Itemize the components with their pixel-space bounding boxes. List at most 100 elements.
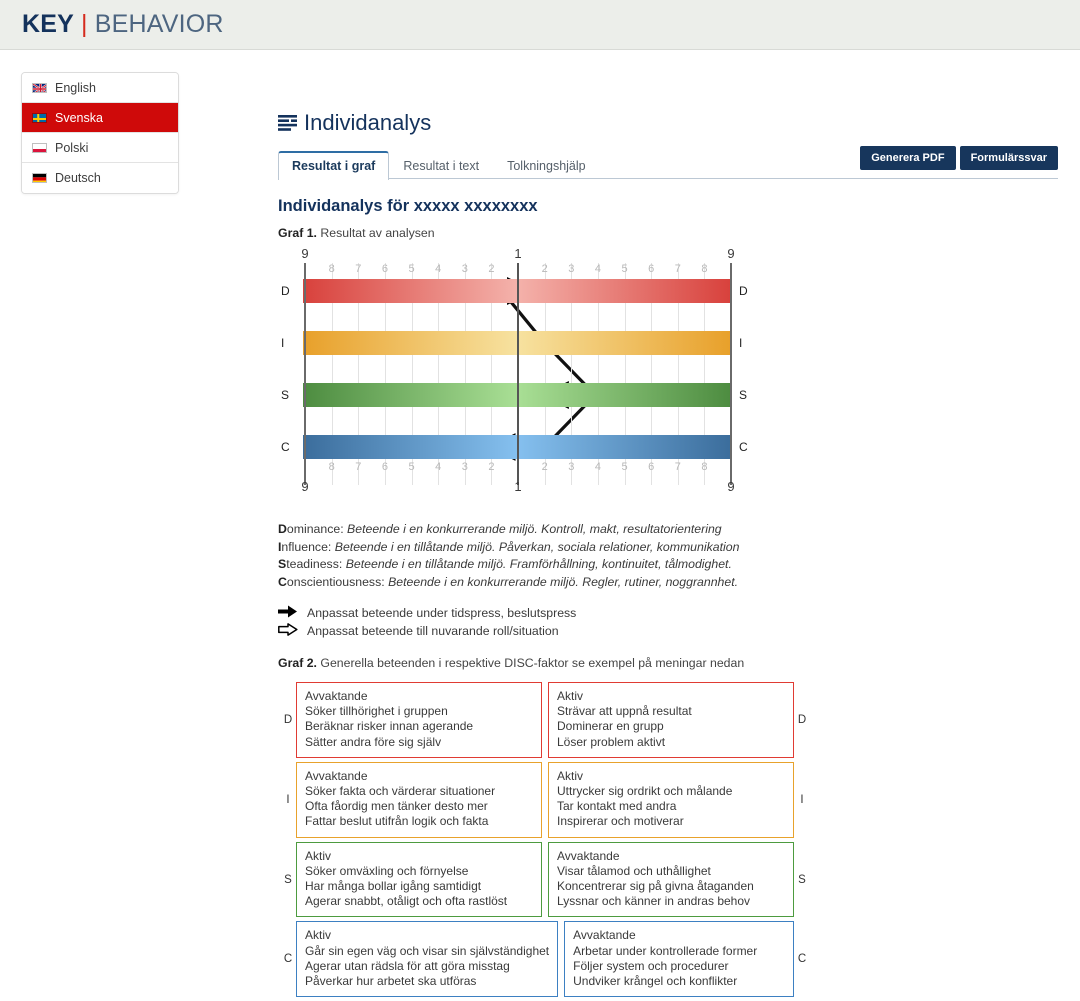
axis-tick-bot-7: 7: [674, 461, 681, 473]
axis-tick-bot-3: 3: [568, 461, 575, 473]
graf2-cell-line: Uttrycker sig ordrikt och målande: [557, 784, 733, 799]
graf2-cell-line: Undviker krångel och konflikter: [573, 974, 738, 989]
tab-resultat-i-text[interactable]: Resultat i text: [389, 152, 493, 180]
graf2-cell-line: Löser problem aktivt: [557, 734, 666, 749]
description-C: Conscientiousness: Beteende i en konkurr…: [278, 574, 1058, 592]
graf2-label-right-I: I: [800, 793, 804, 806]
graf2-cell-left-D: Avvaktande Söker tillhörighet i gruppen Be…: [296, 682, 542, 758]
de-flag-icon: [32, 173, 47, 183]
row-label-right-I: I: [739, 336, 743, 350]
graf2-cell-line: Koncentrerar sig på givna åtaganden: [557, 879, 754, 894]
tabs-row: Resultat i graf Resultat i text Tolkningsh…: [278, 146, 1058, 180]
sidebar-item-svenska[interactable]: Svenska: [22, 103, 178, 133]
graf2-cell-line: Tar kontakt med andra: [557, 799, 677, 814]
analysis-title: Individanalys för xxxxx xxxxxxxx: [278, 197, 538, 215]
axis-tick-top-7: 7: [355, 263, 362, 275]
sidebar-item-label: Deutsch: [55, 171, 101, 185]
brand-logo: KEY | BEHAVIOR: [22, 10, 224, 39]
axis-tick-top-2: 2: [488, 263, 495, 275]
sidebar-item-polski[interactable]: Polski: [22, 133, 178, 163]
axis-end-top-9: 9: [727, 246, 735, 261]
generate-pdf-button[interactable]: Generera PDF: [860, 146, 956, 170]
graf2-cell-line: Söker tillhörighet i gruppen: [305, 704, 448, 719]
graf2-cell-title: Avvaktande: [305, 768, 368, 783]
axis-tick-top-4: 4: [435, 263, 442, 275]
solid-arrow-icon: [278, 605, 298, 621]
description-text: Beteende i en tillåtande miljö. Påverkan…: [334, 539, 740, 554]
graf2-cell-line: Inspirerar och motiverar: [557, 814, 684, 829]
arrow-legend-label: Anpassat beteende till nuvarande roll/si…: [307, 624, 559, 638]
row-label-right-C: C: [739, 440, 748, 454]
graf2-caption-bold: Graf 2.: [278, 656, 317, 670]
axis-end-bot-1: 1: [514, 479, 522, 494]
sidebar-item-label: Svenska: [55, 110, 103, 125]
axis-tick-bot-8: 8: [701, 461, 708, 473]
graf2-cell-title: Avvaktande: [305, 689, 368, 703]
se-flag-icon: [32, 112, 47, 123]
graf2-row-I: I Avvaktande Söker fakta och värderar situ…: [280, 761, 810, 838]
axis-tick-bot-4: 4: [435, 461, 442, 473]
graf2-cell-line: Påverkar hur arbetet ska utföras: [305, 974, 477, 989]
graf2-caption: Graf 2. Generella beteenden i respektive…: [278, 656, 1058, 670]
axis-tick-bot-8: 8: [328, 461, 335, 473]
axis-tick-top-4: 4: [594, 263, 601, 275]
row-label-left-C: C: [281, 440, 290, 454]
description-lead: D: [278, 522, 287, 536]
axis-tick-bot-5: 5: [408, 461, 415, 473]
graf2-cell-title: Aktiv: [557, 768, 584, 783]
graf2-cell-right-C: Avvaktande Arbetar under kontrollerade fo…: [564, 921, 794, 998]
graf2-cell-title: Aktiv: [305, 928, 332, 943]
tab-tolkningshjälp[interactable]: Tolkningshjälp: [493, 152, 600, 180]
graf1-caption: Graf 1. Resultat av analysen: [278, 226, 1058, 240]
graf2-cell-right-I: Aktiv Uttrycker sig ordrikt och målande Ta…: [548, 761, 794, 838]
graf2-cell-title: Aktiv: [557, 689, 584, 703]
graf2-cell-title: Avvaktande: [573, 928, 636, 943]
graf2-caption-rest: Generella beteenden i respektive DISC-fa…: [316, 656, 745, 670]
graf2-cell-line: Ofta fåordig men tänker desto mer: [305, 799, 488, 814]
graf2-cell-line: Arbetar under kontrollerade former: [573, 943, 758, 958]
main-content: Individanalys Resultat i graf Resultat i …: [278, 110, 1058, 1001]
result-polyline: [500, 289, 598, 449]
graf2-cell-left-S: Aktiv Söker omväxling och förnyelse Har må…: [296, 841, 542, 918]
graf2-label-right-S: S: [798, 873, 806, 886]
left-axis: [304, 263, 306, 485]
graf2-cell-line: Lyssnar och känner in andras behov: [557, 894, 751, 909]
graf2-row-S: S Aktiv Söker omväxling och förnyelse Har m…: [280, 841, 810, 918]
disc-chart: 8 8 7 7 6 6 5 5 4 4 3 3 2 2 2 2 3 3 4 4 5 5 6 6 7 7 8 8 9 9 1 1 9 9 D D I I S S…: [278, 246, 758, 511]
language-sidebar: English Svenska Polski Deutsch: [21, 72, 179, 194]
axis-tick-top-3: 3: [461, 263, 468, 275]
description-term: teadiness:: [286, 557, 346, 571]
tab-resultat-i-graf[interactable]: Resultat i graf: [278, 151, 390, 180]
arrow-legend-item: Anpassat beteende till nuvarande roll/si…: [278, 622, 1058, 640]
brand-divider: |: [81, 10, 88, 38]
form-answers-button[interactable]: Formulärssvar: [959, 146, 1058, 170]
disc-descriptions: Dominance: Beteende i en konkurrerande m…: [278, 521, 1058, 591]
right-axis: [730, 263, 732, 485]
graf2-row-D: D Avvaktande Söker tillhörighet i gruppen B…: [280, 682, 810, 758]
axis-tick-top-3: 3: [568, 263, 575, 275]
center-axis: [517, 263, 519, 485]
axis-tick-bot-7: 7: [355, 461, 362, 473]
description-text: Beteende i en konkurrerande miljö. Regle…: [388, 574, 739, 589]
axis-tick-top-5: 5: [621, 263, 628, 275]
description-term: nfluence:: [281, 539, 335, 554]
brand-behavior: BEHAVIOR: [94, 10, 224, 38]
axis-tick-bot-2: 2: [488, 461, 495, 473]
page-title: Individanalys: [278, 110, 1058, 136]
sidebar-item-deutsch[interactable]: Deutsch: [22, 163, 178, 193]
row-label-left-I: I: [281, 336, 285, 350]
arrow-legend: Anpassat beteende under tidspress, beslu…: [278, 604, 1058, 640]
graf2-cell-line: Beräknar risker innan agerande: [305, 719, 474, 734]
row-label-right-S: S: [739, 388, 748, 402]
gb-flag-icon: [32, 82, 47, 93]
graf1-caption-bold: Graf 1.: [278, 226, 317, 240]
graf2-table: D Avvaktande Söker tillhörighet i gruppen B…: [280, 682, 810, 998]
sidebar-item-english[interactable]: English: [22, 73, 178, 103]
description-D: Dominance: Beteende i en konkurrerande m…: [278, 521, 1058, 539]
graf2-cell-line: Söker fakta och värderar situationer: [305, 784, 496, 799]
graf2-cell-right-D: Aktiv Strävar att uppnå resultat Dominerar…: [548, 682, 794, 758]
action-buttons: Generera PDF Formulärssvar: [860, 146, 1058, 170]
axis-tick-top-6: 6: [648, 263, 655, 275]
axis-tick-top-6: 6: [381, 263, 388, 275]
graf2-cell-line: Agerar snabbt, otåligt och ofta rastlöst: [305, 894, 508, 909]
